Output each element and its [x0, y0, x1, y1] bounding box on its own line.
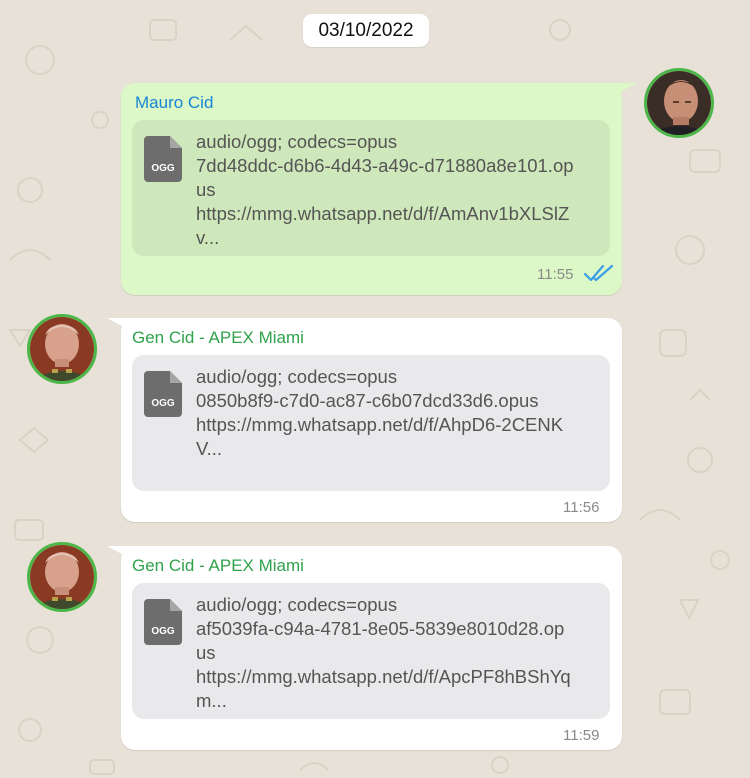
avatar-photo: [30, 317, 94, 381]
message-bubble-incoming[interactable]: Gen Cid - APEX Miami OGG audio/ogg; code…: [121, 318, 622, 522]
attachment-details: audio/ogg; codecs=opus 7dd48ddc-d6b6-4d4…: [196, 130, 600, 250]
attachment-filename: 0850b8f9-c7d0-ac87-c6b07dcd33d6.opus: [196, 390, 539, 411]
attachment-card[interactable]: OGG audio/ogg; codecs=opus 7dd48ddc-d6b6…: [132, 120, 610, 256]
attachment-filename: 7dd48ddc-d6b6-4d43-a49c-d71880a8e101.op: [196, 155, 574, 176]
sender-name: Gen Cid - APEX Miami: [132, 328, 304, 347]
attachment-url: https://mmg.whatsapp.net/d/f/AmAnv1bXLSl…: [196, 203, 570, 224]
attachment-filename-cont: us: [196, 179, 216, 200]
attachment-details: audio/ogg; codecs=opus 0850b8f9-c7d0-ac8…: [196, 365, 600, 461]
sender-name: Gen Cid - APEX Miami: [132, 556, 304, 575]
ogg-file-icon: OGG: [144, 371, 182, 417]
avatar-mauro-cid[interactable]: [644, 68, 714, 138]
avatar-gen-cid[interactable]: [27, 314, 97, 384]
attachment-mime: audio/ogg; codecs=opus: [196, 131, 398, 152]
file-type-badge: OGG: [151, 163, 175, 174]
date-divider: 03/10/2022: [303, 14, 429, 47]
avatar-gen-cid[interactable]: [27, 542, 97, 612]
message-time: 11:56: [563, 499, 600, 516]
attachment-url-cont: V...: [196, 438, 223, 459]
attachment-card[interactable]: OGG audio/ogg; codecs=opus 0850b8f9-c7d0…: [132, 355, 610, 491]
attachment-mime: audio/ogg; codecs=opus: [196, 366, 398, 387]
sender-name: Mauro Cid: [135, 93, 214, 112]
attachment-url: https://mmg.whatsapp.net/d/f/ApcPF8hBShY…: [196, 666, 571, 687]
file-type-badge: OGG: [151, 398, 175, 409]
attachment-url: https://mmg.whatsapp.net/d/f/AhpD6-2CENK: [196, 414, 564, 435]
read-receipt-icon: [583, 264, 614, 282]
attachment-url-cont: v...: [196, 227, 220, 248]
ogg-file-icon: OGG: [144, 599, 182, 645]
ogg-file-icon: OGG: [144, 136, 182, 182]
avatar-photo: [647, 71, 711, 135]
attachment-filename-cont: us: [196, 642, 216, 663]
attachment-filename: af5039fa-c94a-4781-8e05-5839e8010d28.op: [196, 618, 565, 639]
message-time: 11:59: [563, 727, 600, 744]
message-bubble-outgoing[interactable]: Mauro Cid OGG audio/ogg; codecs=opus 7dd…: [121, 83, 622, 295]
message-bubble-incoming[interactable]: Gen Cid - APEX Miami OGG audio/ogg; code…: [121, 546, 622, 750]
message-time: 11:55: [537, 266, 574, 283]
avatar-photo: [30, 545, 94, 609]
attachment-card[interactable]: OGG audio/ogg; codecs=opus af5039fa-c94a…: [132, 583, 610, 719]
attachment-mime: audio/ogg; codecs=opus: [196, 594, 398, 615]
attachment-url-cont: m...: [196, 690, 227, 711]
file-type-badge: OGG: [151, 626, 175, 637]
attachment-details: audio/ogg; codecs=opus af5039fa-c94a-478…: [196, 593, 600, 713]
